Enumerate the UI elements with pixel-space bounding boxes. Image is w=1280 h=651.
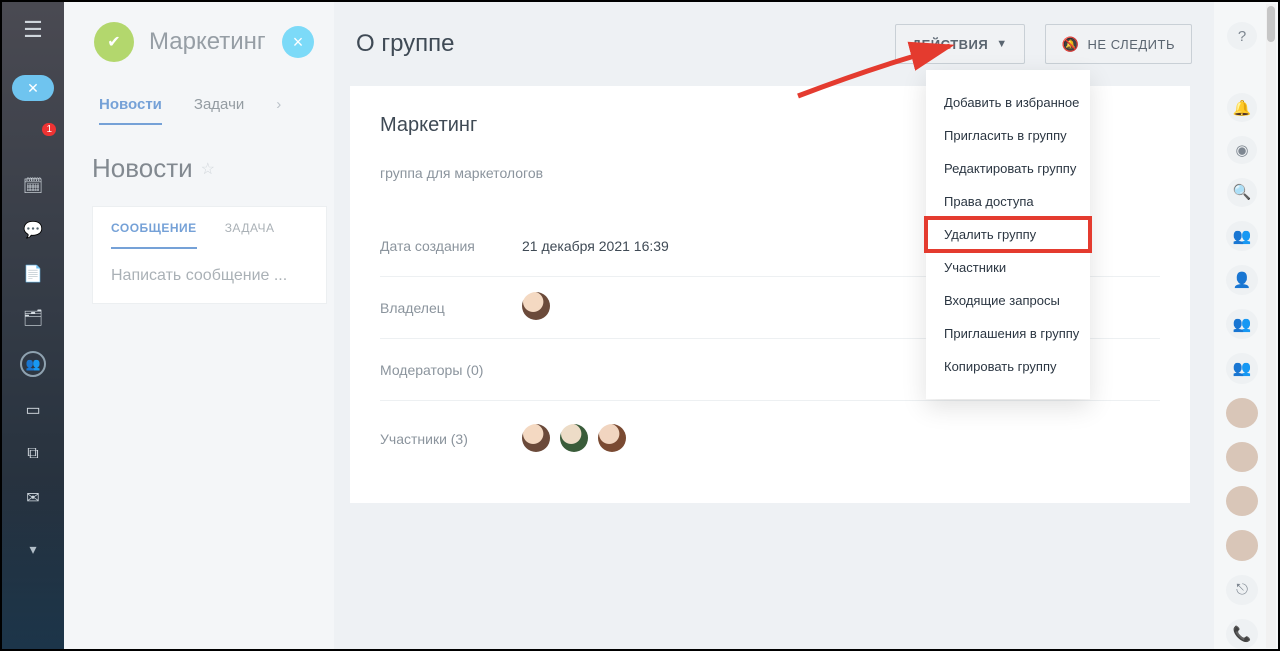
actions-button-label: ДЕЙСТВИЯ bbox=[912, 37, 988, 52]
unfollow-button[interactable]: 🔕 НЕ СЛЕДИТЬ bbox=[1045, 24, 1192, 64]
tabs-more-icon[interactable]: › bbox=[276, 96, 281, 125]
nav-crm-icon[interactable]: ▭ bbox=[22, 399, 44, 421]
rail-contact[interactable] bbox=[1226, 442, 1258, 472]
actions-menu-item[interactable]: Пригласить в группу bbox=[926, 119, 1090, 152]
tab-tasks[interactable]: Задачи bbox=[194, 96, 244, 125]
nav-chat-icon[interactable]: 💬 bbox=[22, 219, 44, 241]
rail-call-icon[interactable]: 📞 bbox=[1226, 619, 1258, 649]
actions-menu-item[interactable]: Участники bbox=[926, 251, 1090, 284]
close-group-button[interactable]: × bbox=[282, 26, 314, 58]
group-logo-icon: ✔ bbox=[94, 22, 134, 62]
actions-menu-item[interactable]: Приглашения в группу bbox=[926, 317, 1090, 350]
news-heading: Новости bbox=[92, 153, 193, 184]
nav-feed[interactable]: 1 bbox=[22, 131, 44, 153]
nav-docs-icon[interactable]: 📄 bbox=[22, 263, 44, 285]
rail-contact[interactable] bbox=[1226, 486, 1258, 516]
left-nav: ☰ ✕ 1 🗓 💬 📄 🗂 👥 ▭ ⧉ ✉ ▾ bbox=[2, 2, 64, 649]
owner-label: Владелец bbox=[380, 300, 522, 316]
tab-news[interactable]: Новости bbox=[99, 96, 162, 125]
menu-icon[interactable]: ☰ bbox=[23, 17, 43, 43]
created-label: Дата создания bbox=[380, 238, 522, 254]
compose-box: СООБЩЕНИЕ ЗАДАЧА Написать сообщение ... bbox=[92, 206, 327, 304]
member-avatar[interactable] bbox=[598, 424, 626, 452]
scrollbar[interactable] bbox=[1266, 4, 1276, 648]
nav-close-pill[interactable]: ✕ bbox=[12, 75, 54, 101]
chevron-down-icon: ▼ bbox=[996, 38, 1007, 50]
search-icon[interactable]: 🔍 bbox=[1227, 178, 1257, 206]
actions-menu-item[interactable]: Права доступа bbox=[926, 185, 1090, 218]
rail-contact[interactable]: 👥 bbox=[1226, 221, 1258, 251]
rail-logout-icon[interactable]: ⎋ bbox=[1226, 575, 1258, 605]
rail-contact[interactable] bbox=[1226, 530, 1258, 560]
actions-menu-item[interactable]: Копировать группу bbox=[926, 350, 1090, 383]
help-icon[interactable]: ? bbox=[1227, 22, 1257, 50]
created-value: 21 декабря 2021 16:39 bbox=[522, 238, 669, 254]
favorite-star-icon[interactable]: ☆ bbox=[201, 159, 215, 179]
group-page-dimmed: ✔ Маркетинг × Новости Задачи › Новости ☆… bbox=[64, 2, 334, 649]
rail-contact[interactable] bbox=[1226, 398, 1258, 428]
scrollbar-thumb[interactable] bbox=[1267, 6, 1275, 42]
moderators-label: Модераторы (0) bbox=[380, 362, 522, 378]
actions-button[interactable]: ДЕЙСТВИЯ ▼ bbox=[895, 24, 1025, 64]
actions-menu-item[interactable]: Редактировать группу bbox=[926, 152, 1090, 185]
actions-dropdown: Добавить в избранноеПригласить в группуР… bbox=[926, 70, 1090, 399]
rail-contact[interactable]: 👥 bbox=[1226, 353, 1258, 383]
group-tabs: Новости Задачи › bbox=[64, 72, 334, 125]
panel-title: О группе bbox=[356, 30, 455, 58]
member-avatar[interactable] bbox=[522, 424, 550, 452]
compose-tab-task[interactable]: ЗАДАЧА bbox=[225, 221, 275, 249]
actions-menu-item[interactable]: Добавить в избранное bbox=[926, 86, 1090, 119]
unfollow-button-label: НЕ СЛЕДИТЬ bbox=[1088, 37, 1175, 52]
member-avatar[interactable] bbox=[560, 424, 588, 452]
actions-menu-item[interactable]: Входящие запросы bbox=[926, 284, 1090, 317]
owner-avatar[interactable] bbox=[522, 292, 550, 320]
mute-icon: 🔕 bbox=[1062, 36, 1080, 53]
compose-input[interactable]: Написать сообщение ... bbox=[93, 249, 326, 303]
actions-menu-item[interactable]: Удалить группу bbox=[926, 218, 1090, 251]
rail-contact[interactable]: 👤 bbox=[1226, 265, 1258, 295]
right-rail: ? 🔔 ◉ 🔍 👥 👤 👥 👥 ⎋ 📞 bbox=[1220, 2, 1264, 649]
notifications-icon[interactable]: 🔔 bbox=[1227, 93, 1257, 121]
group-title: Маркетинг bbox=[149, 28, 266, 56]
rail-contact[interactable]: 👥 bbox=[1226, 309, 1258, 339]
nav-sites-icon[interactable]: ⧉ bbox=[22, 443, 44, 465]
nav-drive-icon[interactable]: 🗂 bbox=[22, 307, 44, 329]
members-label: Участники (3) bbox=[380, 431, 522, 447]
nav-badge: 1 bbox=[42, 123, 56, 136]
nav-calendar-icon[interactable]: 🗓 bbox=[22, 175, 44, 197]
nav-groups-icon[interactable]: 👥 bbox=[20, 351, 46, 377]
compose-tab-message[interactable]: СООБЩЕНИЕ bbox=[111, 221, 197, 249]
activity-icon[interactable]: ◉ bbox=[1227, 136, 1257, 164]
